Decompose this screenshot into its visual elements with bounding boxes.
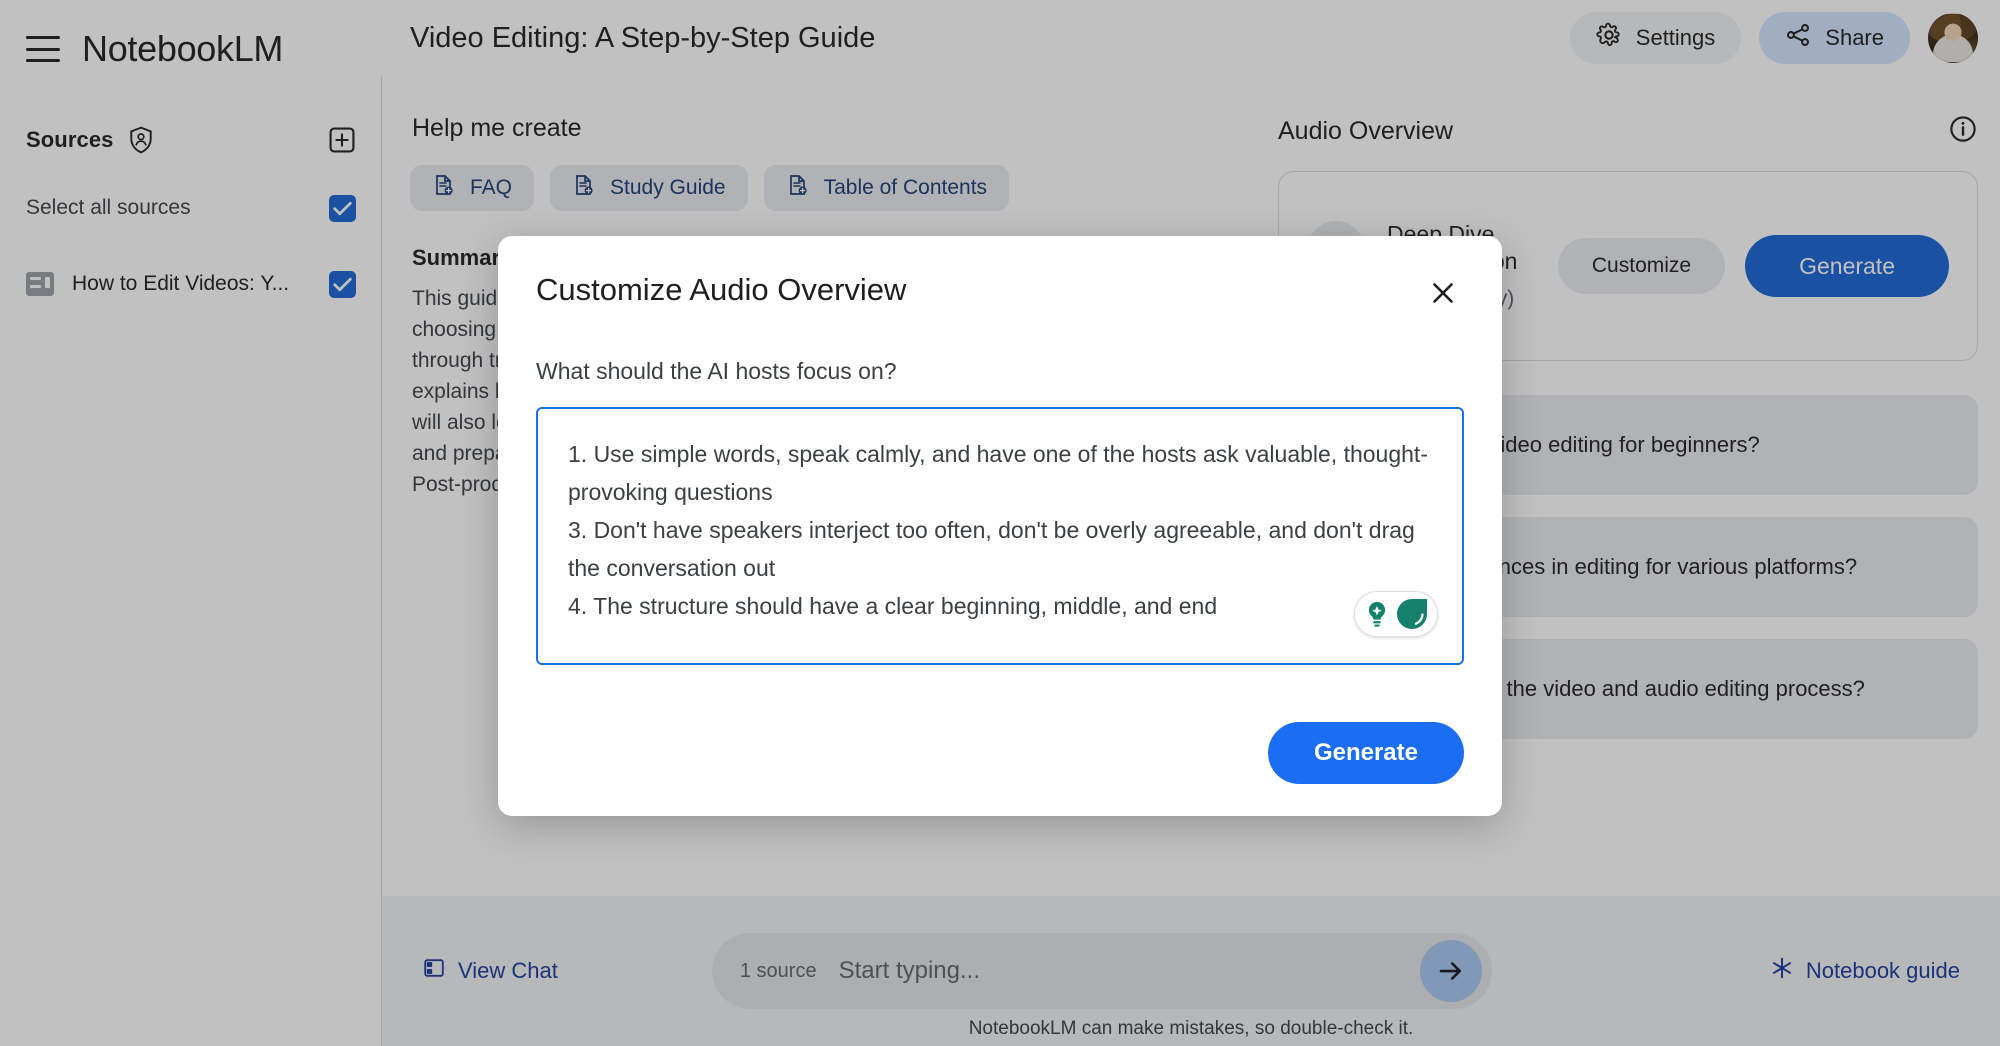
dialog-header: Customize Audio Overview [536,272,1464,314]
customize-audio-overview-dialog: Customize Audio Overview What should the… [498,236,1502,816]
dialog-title: Customize Audio Overview [536,272,906,308]
focus-instructions-textarea[interactable] [538,409,1462,663]
dialog-generate-button[interactable]: Generate [1268,722,1464,784]
app-window: NotebookLM Sources [0,0,2000,1046]
close-icon[interactable] [1422,272,1464,314]
focus-instructions-field [536,407,1464,665]
dialog-footer: Generate [536,722,1464,784]
grammarly-assistant-icon[interactable] [1354,591,1438,637]
lightbulb-icon [1363,599,1391,629]
dialog-prompt-label: What should the AI hosts focus on? [536,358,1464,385]
grammarly-blob-icon [1395,597,1429,631]
